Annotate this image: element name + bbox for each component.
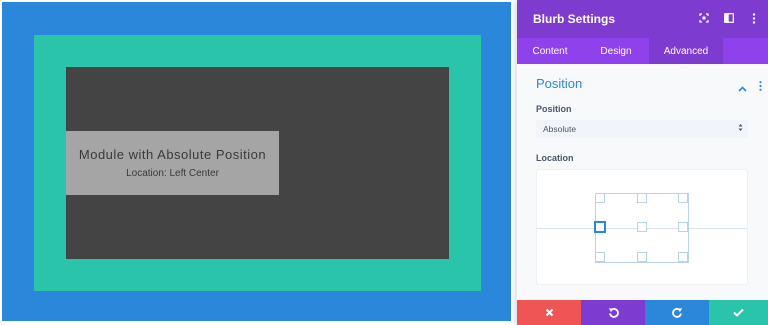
sidebar-toggle-icon[interactable] <box>723 12 735 24</box>
tab-content[interactable]: Content <box>517 38 583 64</box>
undo-button[interactable] <box>581 300 645 325</box>
action-bar <box>517 300 768 325</box>
select-arrows-icon <box>738 123 743 134</box>
panel-header[interactable]: Blurb Settings <box>517 0 768 38</box>
tab-design[interactable]: Design <box>583 38 649 64</box>
preview-canvas: Module with Absolute Position Location: … <box>0 0 515 325</box>
settings-panel: Blurb Settings Content Design Advanced P… <box>517 0 768 325</box>
location-picker <box>536 169 748 285</box>
blurb-title: Module with Absolute Position <box>78 146 267 162</box>
position-select-value: Absolute <box>543 124 577 134</box>
teal-row[interactable]: Module with Absolute Position Location: … <box>34 35 481 291</box>
position-label: Position <box>536 104 572 114</box>
location-left-center[interactable] <box>594 221 606 233</box>
undo-icon <box>608 308 619 318</box>
dark-column[interactable]: Module with Absolute Position Location: … <box>66 67 449 259</box>
cancel-button[interactable] <box>517 300 581 325</box>
blue-section[interactable]: Module with Absolute Position Location: … <box>2 2 511 321</box>
redo-icon <box>671 308 682 318</box>
position-section: Position Position Absolute Location <box>517 64 768 300</box>
settings-tabs: Content Design Advanced <box>517 38 768 64</box>
expand-icon[interactable] <box>698 12 710 24</box>
location-bottom-right[interactable] <box>678 252 688 262</box>
more-options-icon[interactable] <box>748 12 760 24</box>
location-grid <box>594 193 689 263</box>
location-right-center[interactable] <box>678 222 688 232</box>
tab-advanced[interactable]: Advanced <box>649 38 723 64</box>
location-top-center[interactable] <box>637 193 647 203</box>
panel-title: Blurb Settings <box>533 12 616 26</box>
section-header[interactable]: Position <box>536 74 762 94</box>
location-label: Location <box>536 153 574 163</box>
location-top-left[interactable] <box>595 193 605 203</box>
cancel-icon <box>545 308 553 317</box>
chevron-up-icon[interactable] <box>738 79 747 97</box>
redo-button[interactable] <box>645 300 709 325</box>
save-button[interactable] <box>709 300 768 325</box>
location-bottom-center[interactable] <box>637 252 647 262</box>
location-center[interactable] <box>637 222 647 232</box>
blurb-subtitle: Location: Left Center <box>126 167 219 179</box>
position-select[interactable]: Absolute <box>536 120 748 138</box>
save-check-icon <box>733 308 744 317</box>
blurb-module[interactable]: Module with Absolute Position Location: … <box>66 131 279 195</box>
section-options-icon[interactable] <box>759 78 762 96</box>
location-top-right[interactable] <box>678 193 688 203</box>
section-title: Position <box>536 76 583 91</box>
location-bottom-left[interactable] <box>595 252 605 262</box>
